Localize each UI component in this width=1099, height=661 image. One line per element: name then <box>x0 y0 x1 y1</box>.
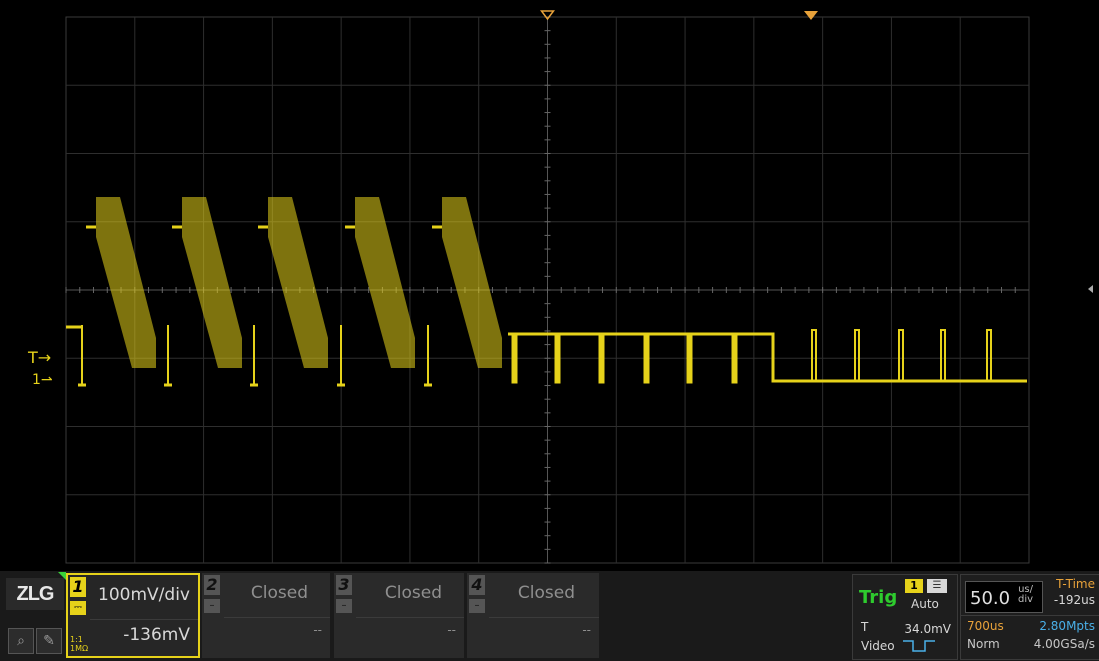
timebase-unit: us/div <box>1018 584 1034 605</box>
waveform-display[interactable] <box>0 0 1099 571</box>
oscilloscope-screen: T→ 1⇀ <box>0 0 1099 661</box>
trigger-level[interactable]: 34.0mV <box>904 622 951 636</box>
memory-depth[interactable]: 2.80Mpts <box>1039 619 1095 633</box>
channel-1-probe: 1:1 1MΩ <box>70 635 89 653</box>
channel-4-status[interactable]: Closed <box>518 583 575 603</box>
channel-1-offset[interactable]: -136mV <box>123 625 190 645</box>
trigger-mode[interactable]: Auto <box>911 597 939 611</box>
dc-coupling-icon: ⎓ <box>70 601 86 615</box>
trigger-time-label: T-Time <box>1056 577 1095 591</box>
channel-3-coupling-icon: – <box>336 599 352 613</box>
trigger-pulse-icon <box>903 640 935 652</box>
timebase-scale: 50.0 <box>970 588 1011 609</box>
channel-4-panel[interactable]: 4 – Closed -- <box>467 573 599 658</box>
trigger-type[interactable]: Video <box>861 639 895 653</box>
trigger-source[interactable]: 1 <box>905 579 923 593</box>
channel-1-scale[interactable]: 100mV/div <box>98 585 190 605</box>
channel-4-offset[interactable]: -- <box>582 623 591 637</box>
channel-4-number: 4 <box>469 575 485 595</box>
acquisition-mode[interactable]: Norm <box>967 637 1000 651</box>
logo-status-indicator <box>58 572 66 580</box>
ch1-offset-marker[interactable]: 1⇀ <box>32 372 53 388</box>
trigger-level-marker[interactable]: T→ <box>28 348 51 367</box>
trigger-time[interactable]: -192us <box>1054 593 1095 607</box>
zoom-tool-icon[interactable]: ⌕ <box>8 628 34 654</box>
channel-1-number: 1 <box>70 577 86 597</box>
channel-2-number: 2 <box>204 575 220 595</box>
trigger-menu-icon[interactable]: ☰ <box>927 579 947 593</box>
channel-3-divider <box>356 617 464 618</box>
sample-rate: 4.00GSa/s <box>1033 637 1095 651</box>
probe-tool-icon[interactable]: ✎ <box>36 628 62 654</box>
trigger-panel[interactable]: Trig 1 ☰ Auto T 34.0mV Video <box>852 574 958 660</box>
zlg-logo[interactable]: ZLG <box>6 578 64 610</box>
channel-1-panel[interactable]: 1 ⎓ 1:1 1MΩ 100mV/div -136mV <box>66 573 200 658</box>
channel-3-offset[interactable]: -- <box>447 623 456 637</box>
channel-2-offset[interactable]: -- <box>313 623 322 637</box>
trigger-level-label: T <box>861 620 869 634</box>
channel-4-coupling-icon: – <box>469 599 485 613</box>
channel-3-panel[interactable]: 3 – Closed -- <box>334 573 464 658</box>
channel-2-coupling-icon: – <box>204 599 220 613</box>
timebase-scale-box[interactable]: 50.0 us/div <box>965 581 1043 613</box>
acquisition-time: 700us <box>967 619 1004 633</box>
channel-3-status[interactable]: Closed <box>385 583 442 603</box>
right-scroll-arrow-icon[interactable] <box>1088 285 1093 293</box>
channel-2-status[interactable]: Closed <box>251 583 308 603</box>
channel-3-number: 3 <box>336 575 352 595</box>
timebase-divider <box>961 615 1099 616</box>
channel-1-divider <box>90 619 198 620</box>
timebase-panel[interactable]: 50.0 us/div T-Time -192us 700us 2.80Mpts… <box>960 574 1099 660</box>
trigger-status: Trig <box>859 587 898 608</box>
channel-2-panel[interactable]: 2 – Closed -- <box>202 573 330 658</box>
channel-4-divider <box>489 617 599 618</box>
channel-2-divider <box>224 617 330 618</box>
